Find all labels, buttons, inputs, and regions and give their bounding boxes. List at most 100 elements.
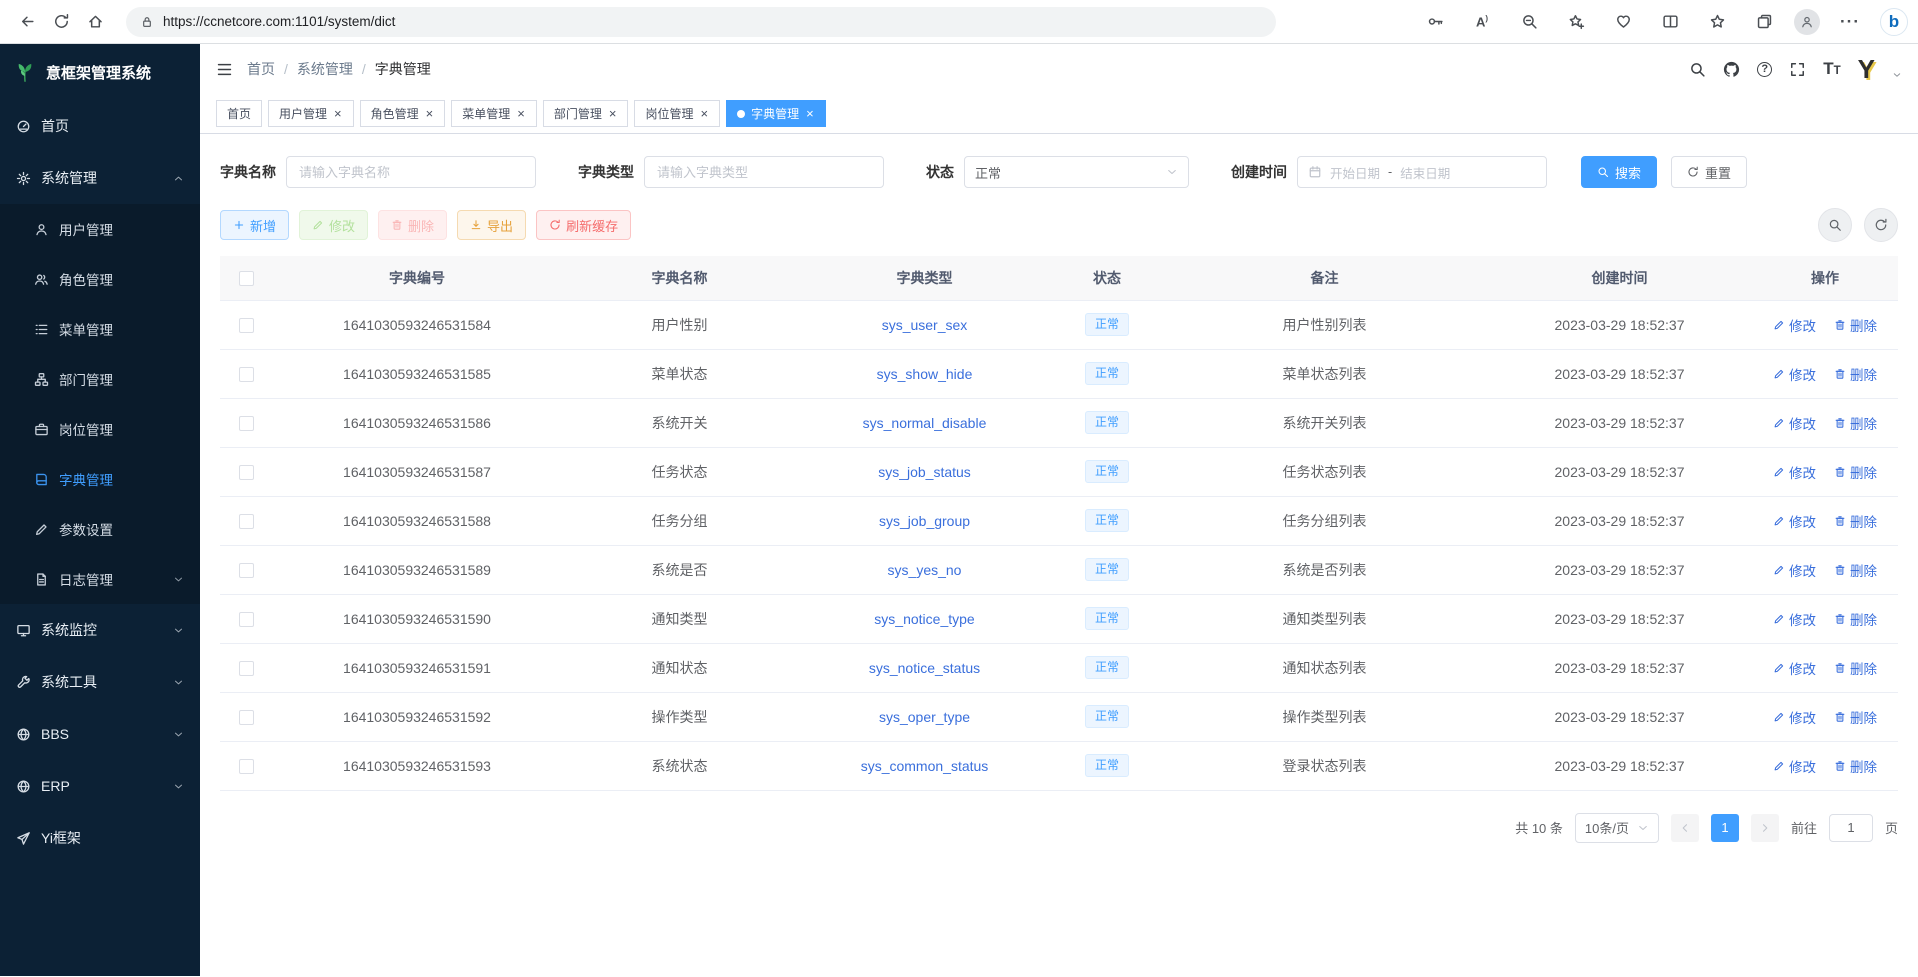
dict-type-link[interactable]: sys_notice_type [874,611,974,627]
dict-type-input[interactable] [644,156,884,188]
date-end-placeholder[interactable]: 结束日期 [1400,163,1450,182]
row-delete-link[interactable]: 删除 [1834,364,1877,384]
brand-logo[interactable]: Y [1858,56,1875,82]
reset-button[interactable]: 重置 [1671,156,1747,188]
row-checkbox[interactable] [239,563,254,578]
sidebar-item-erp[interactable]: ERP [0,760,200,812]
row-edit-link[interactable]: 修改 [1773,364,1816,384]
status-select[interactable]: 正常 [964,156,1189,188]
sidebar-item-config[interactable]: 参数设置 [0,504,200,554]
sidebar-item-yi[interactable]: Yi框架 [0,812,200,864]
close-tab-icon[interactable]: × [425,107,435,120]
dict-type-link[interactable]: sys_user_sex [882,317,968,333]
page-number-1[interactable]: 1 [1711,814,1739,842]
row-edit-link[interactable]: 修改 [1773,511,1816,531]
row-delete-link[interactable]: 删除 [1834,315,1877,335]
dict-type-link[interactable]: sys_job_group [879,513,970,529]
collections-icon[interactable] [1747,5,1781,39]
row-delete-link[interactable]: 删除 [1834,413,1877,433]
sidebar-item-bbs[interactable]: BBS [0,708,200,760]
delete-button[interactable]: 删除 [378,210,447,240]
github-icon[interactable] [1723,61,1740,78]
edit-button[interactable]: 修改 [299,210,368,240]
browser-essentials-icon[interactable] [1606,5,1640,39]
row-edit-link[interactable]: 修改 [1773,462,1816,482]
sidebar-item-dept[interactable]: 部门管理 [0,354,200,404]
row-delete-link[interactable]: 删除 [1834,560,1877,580]
fullscreen-icon[interactable] [1789,61,1806,78]
row-checkbox[interactable] [239,465,254,480]
row-delete-link[interactable]: 删除 [1834,658,1877,678]
sidebar-item-user[interactable]: 用户管理 [0,204,200,254]
read-aloud-icon[interactable]: A) [1465,5,1499,39]
date-range-picker[interactable]: 开始日期 - 结束日期 [1297,156,1547,188]
toggle-search-button[interactable] [1818,208,1852,242]
key-icon[interactable] [1418,5,1452,39]
close-tab-icon[interactable]: × [333,107,343,120]
row-checkbox[interactable] [239,612,254,627]
row-checkbox[interactable] [239,416,254,431]
sidebar-item-home[interactable]: 首页 [0,100,200,152]
refresh-table-button[interactable] [1864,208,1898,242]
export-button[interactable]: 导出 [457,210,526,240]
more-options-icon[interactable]: ··· [1833,5,1867,39]
goto-page-input[interactable] [1829,814,1873,842]
prev-page-button[interactable] [1671,814,1699,842]
row-edit-link[interactable]: 修改 [1773,707,1816,727]
dict-type-link[interactable]: sys_oper_type [879,709,970,725]
dict-type-link[interactable]: sys_job_status [878,464,971,480]
sidebar-item-log[interactable]: 日志管理 [0,554,200,604]
dict-type-link[interactable]: sys_yes_no [888,562,962,578]
close-tab-icon[interactable]: × [516,107,526,120]
refresh-cache-button[interactable]: 刷新缓存 [536,210,631,240]
sidebar-item-system[interactable]: 系统管理 [0,152,200,204]
dict-type-link[interactable]: sys_common_status [861,758,989,774]
sidebar-item-post[interactable]: 岗位管理 [0,404,200,454]
tab-post[interactable]: 岗位管理× [634,100,720,127]
sidebar-item-dict[interactable]: 字典管理 [0,454,200,504]
row-edit-link[interactable]: 修改 [1773,315,1816,335]
row-edit-link[interactable]: 修改 [1773,658,1816,678]
dict-name-input[interactable] [286,156,536,188]
select-all-checkbox[interactable] [239,271,254,286]
dict-type-link[interactable]: sys_show_hide [877,366,973,382]
search-icon[interactable] [1689,61,1706,78]
row-edit-link[interactable]: 修改 [1773,413,1816,433]
favorite-add-icon[interactable] [1559,5,1593,39]
refresh-icon[interactable] [44,5,78,39]
row-edit-link[interactable]: 修改 [1773,609,1816,629]
row-checkbox[interactable] [239,318,254,333]
dict-type-link[interactable]: sys_notice_status [869,660,980,676]
row-delete-link[interactable]: 删除 [1834,511,1877,531]
zoom-out-icon[interactable] [1512,5,1546,39]
search-button[interactable]: 搜索 [1581,156,1657,188]
sidebar-item-tool[interactable]: 系统工具 [0,656,200,708]
next-page-button[interactable] [1751,814,1779,842]
row-checkbox[interactable] [239,759,254,774]
sidebar-item-monitor[interactable]: 系统监控 [0,604,200,656]
question-icon[interactable]: ? [1757,62,1772,77]
row-edit-link[interactable]: 修改 [1773,560,1816,580]
split-screen-icon[interactable] [1653,5,1687,39]
row-delete-link[interactable]: 删除 [1834,462,1877,482]
add-button[interactable]: 新增 [220,210,289,240]
date-start-placeholder[interactable]: 开始日期 [1330,163,1380,182]
breadcrumb-item-0[interactable]: 首页 [247,59,275,79]
row-delete-link[interactable]: 删除 [1834,707,1877,727]
font-size-icon[interactable]: TT [1823,59,1840,79]
page-size-select[interactable]: 10条/页 [1575,813,1659,843]
collapse-sidebar-icon[interactable] [216,61,233,78]
sidebar-item-role[interactable]: 角色管理 [0,254,200,304]
back-icon[interactable] [10,5,44,39]
row-delete-link[interactable]: 删除 [1834,609,1877,629]
favorites-icon[interactable] [1700,5,1734,39]
row-edit-link[interactable]: 修改 [1773,756,1816,776]
row-checkbox[interactable] [239,514,254,529]
chevron-down-icon[interactable] [1892,70,1902,80]
row-checkbox[interactable] [239,710,254,725]
sidebar-item-menu[interactable]: 菜单管理 [0,304,200,354]
row-checkbox[interactable] [239,661,254,676]
tab-menu[interactable]: 菜单管理× [451,100,537,127]
profile-avatar[interactable] [1794,9,1820,35]
bing-copilot-icon[interactable]: b [1880,8,1908,36]
